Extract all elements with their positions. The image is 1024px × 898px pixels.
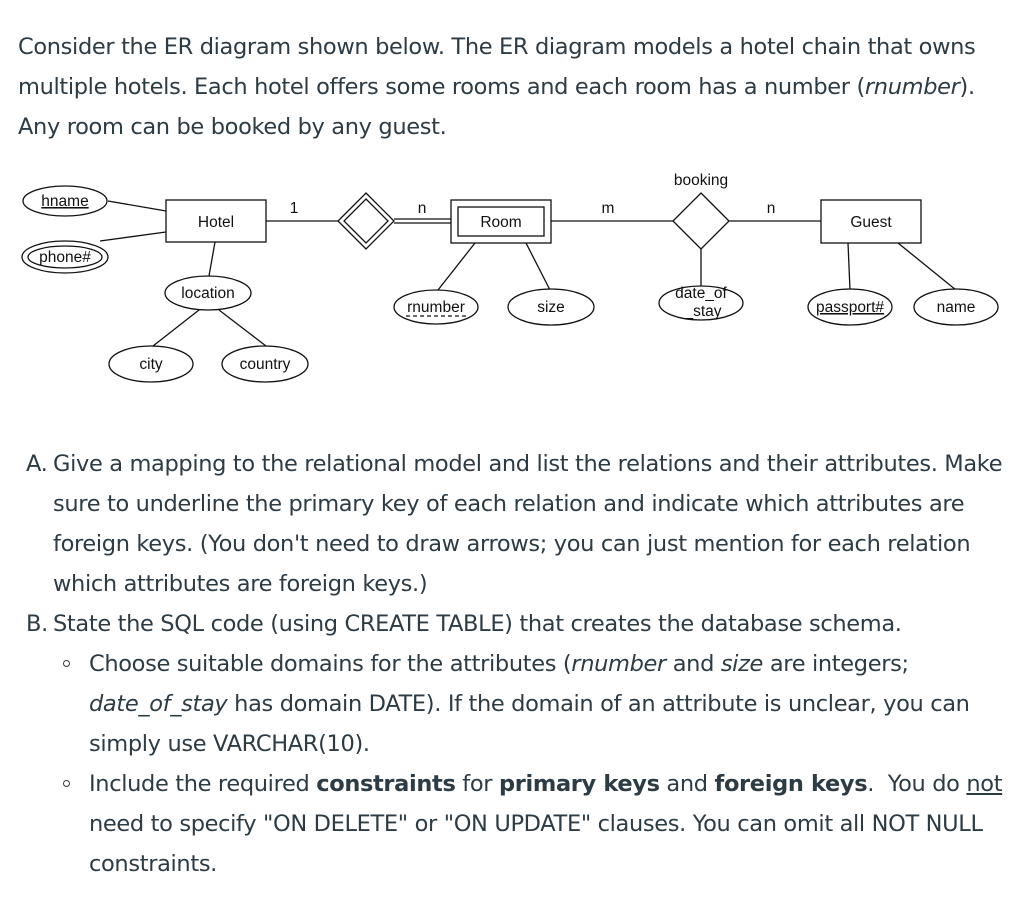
task-b-subtasks: Choose suitable domains for the attribut… [53, 644, 1021, 884]
attr-hname: hname [22, 185, 108, 217]
bold-foreign-keys: foreign keys [714, 771, 868, 797]
identifying-relationship-owns [337, 192, 395, 250]
bold-constraints: constraints [316, 771, 456, 797]
attr-rnumber-partial-key: rnumber [393, 289, 479, 325]
subtask-domains-text: and [665, 651, 721, 677]
subtask-constraints: Include the required constraints for pri… [53, 764, 1021, 884]
attr-country-label: country [240, 356, 291, 373]
entity-hotel-label: Hotel [198, 214, 234, 231]
edge-phone-hotel [99, 231, 167, 242]
italic-rnumber: rnumber [571, 651, 666, 677]
attr-date-of-stay-line1: date_of [675, 285, 727, 302]
intro-paragraph: Consider the ER diagram shown below. The… [18, 27, 1018, 147]
attr-city-label: city [139, 356, 163, 373]
edge-room-size [525, 242, 551, 291]
task-b-marker: B. [26, 611, 48, 637]
edge-location-country [218, 309, 267, 347]
subtask-constraints-text: need to specify "ON DELETE" or "ON UPDAT… [89, 811, 983, 877]
edge-room-rnumber [437, 242, 476, 291]
attr-name-label: name [937, 299, 976, 316]
italic-size: size [720, 651, 764, 677]
attr-rnumber-label: rnumber [407, 299, 465, 316]
edge-guest-passport [847, 242, 851, 291]
subtask-constraints-text: . You do [867, 771, 967, 797]
task-a: A. Give a mapping to the relational mode… [26, 444, 1021, 604]
attr-date-of-stay: date_of _stay [658, 285, 744, 321]
subtask-constraints-text: and [659, 771, 715, 797]
attr-city: city [108, 345, 194, 383]
task-a-text: Give a mapping to the relational model a… [53, 451, 1003, 597]
task-a-marker: A. [26, 451, 48, 477]
subtask-domains-text: Choose suitable domains for the attribut… [89, 651, 572, 677]
edge-guest-name [897, 242, 957, 291]
attr-country: country [221, 345, 309, 383]
cardinality-room-booking: m [602, 200, 615, 217]
attr-location-label: location [181, 285, 234, 302]
attr-hname-label: hname [41, 193, 88, 210]
subtask-domains-text: are integers; [763, 651, 909, 677]
attr-size: size [507, 288, 595, 326]
subtask-domains: Choose suitable domains for the attribut… [53, 644, 1021, 764]
edge-location-city [152, 309, 200, 347]
attr-passport: passport# [807, 288, 893, 326]
subtask-constraints-text: for [455, 771, 499, 797]
cardinality-room-owns: n [418, 200, 427, 217]
relationship-booking-label: booking [674, 172, 728, 189]
cardinality-guest: n [767, 200, 776, 217]
entity-hotel: Hotel [165, 199, 267, 243]
edge-hname-hotel [107, 200, 167, 212]
underlined-not: not [966, 771, 1003, 797]
circle-bullet-icon [63, 780, 70, 787]
attr-phone-multivalued: phone# [21, 240, 109, 274]
attr-name: name [913, 288, 999, 326]
bold-primary-keys: primary keys [499, 771, 660, 797]
task-b: B. State the SQL code (using CREATE TABL… [26, 604, 1021, 884]
edge-hotel-location [208, 241, 216, 277]
cardinality-hotel: 1 [290, 200, 299, 217]
subtask-constraints-text: Include the required [89, 771, 317, 797]
er-diagram: hname phone# Hotel location city country… [21, 172, 999, 383]
italic-date-of-stay: date_of_stay [89, 691, 228, 717]
intro-text-1: Consider the ER diagram shown below. The… [18, 34, 976, 100]
attr-passport-label: passport# [816, 299, 884, 316]
task-list: A. Give a mapping to the relational mode… [26, 444, 1021, 884]
attr-location-composite: location [164, 275, 252, 311]
attr-date-of-stay-line2: _stay [683, 303, 721, 320]
relationship-booking [672, 192, 730, 250]
task-b-text: State the SQL code (using CREATE TABLE) … [53, 611, 902, 637]
intro-rnumber: rnumber [864, 74, 960, 100]
weak-entity-room: Room [450, 199, 552, 244]
attr-size-label: size [537, 299, 565, 316]
circle-bullet-icon [63, 660, 70, 667]
entity-guest-label: Guest [850, 214, 892, 231]
entity-guest: Guest [820, 199, 922, 244]
entity-room-label: Room [480, 214, 521, 231]
attr-phone-label: phone# [39, 249, 91, 266]
